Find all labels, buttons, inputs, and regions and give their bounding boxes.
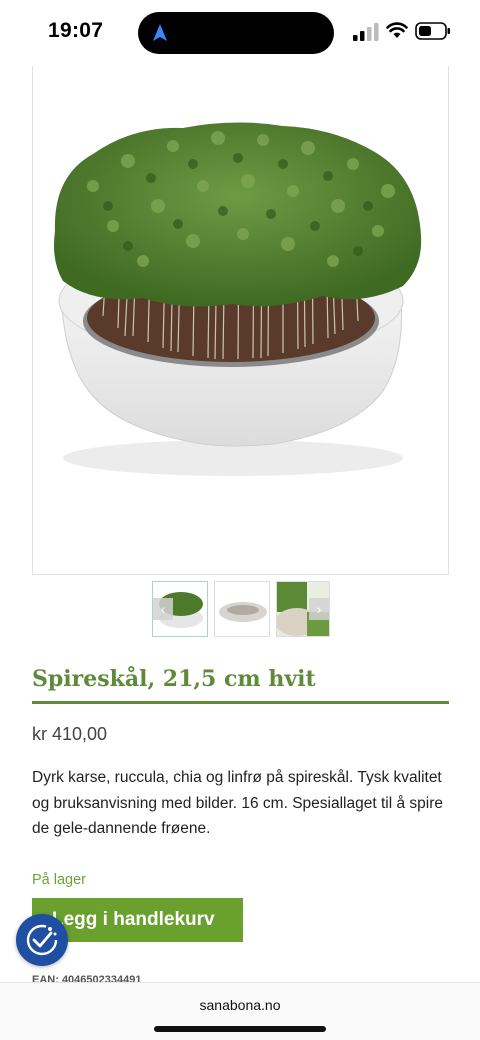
accessibility-icon bbox=[26, 924, 58, 956]
empty-bowl-thumbnail bbox=[219, 602, 267, 622]
wifi-icon bbox=[386, 22, 408, 38]
status-bar: 19:07 bbox=[0, 0, 480, 64]
url-text[interactable]: sanabona.no bbox=[0, 997, 480, 1013]
home-indicator[interactable] bbox=[154, 1026, 326, 1032]
cellular-signal-icon bbox=[353, 23, 379, 41]
stock-status: På lager bbox=[32, 872, 87, 888]
thumbnail-next-icon[interactable]: › bbox=[309, 598, 329, 620]
location-arrow-icon bbox=[153, 24, 167, 41]
browser-url-bar[interactable]: sanabona.no bbox=[0, 982, 480, 1040]
status-time: 19:07 bbox=[48, 19, 104, 42]
battery-icon bbox=[415, 22, 450, 40]
thumbnail-3[interactable]: › bbox=[276, 581, 330, 637]
product-price: kr 410,00 bbox=[32, 724, 108, 744]
accessibility-button[interactable] bbox=[16, 914, 68, 966]
dynamic-island bbox=[138, 12, 334, 54]
cress-bowl-image bbox=[54, 122, 422, 476]
product-ean: EAN: 4046502334491 bbox=[32, 974, 142, 982]
product-description: Dyrk karse, ruccula, chia og linfrø på s… bbox=[32, 769, 443, 837]
product-main-image[interactable] bbox=[32, 66, 449, 575]
thumbnail-strip: ‹ › bbox=[152, 581, 330, 637]
product-title: Spireskål, 21,5 cm hvit bbox=[32, 666, 449, 704]
thumbnail-prev-icon[interactable]: ‹ bbox=[153, 598, 173, 620]
thumbnail-2[interactable] bbox=[214, 581, 270, 637]
thumbnail-1[interactable]: ‹ bbox=[152, 581, 208, 637]
